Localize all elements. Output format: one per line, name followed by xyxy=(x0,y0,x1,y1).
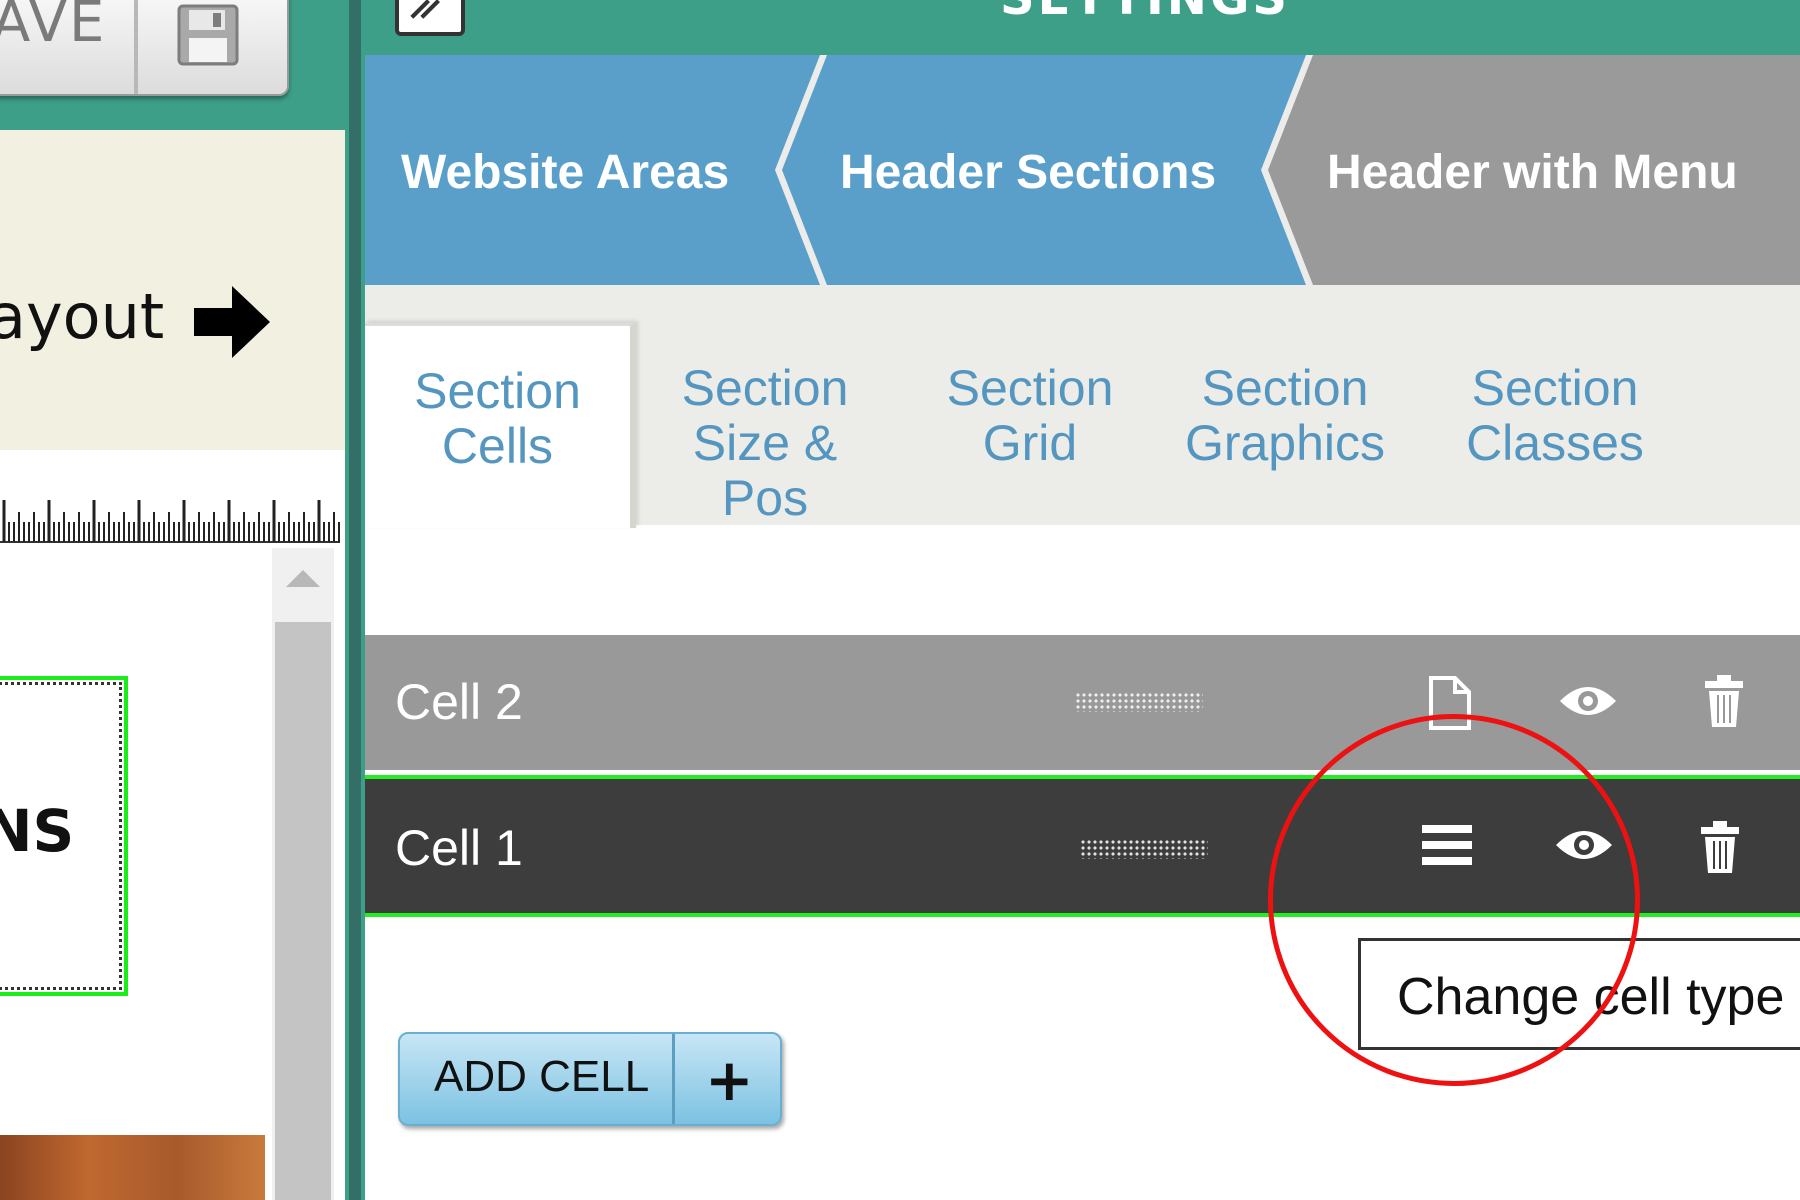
tab-label-line1: Section xyxy=(414,363,581,419)
tooltip: Change cell type xyxy=(1358,938,1800,1050)
instruction-text: ayout xyxy=(0,280,165,353)
plus-icon[interactable]: + xyxy=(705,1046,754,1114)
tab-label-line2: Graphics xyxy=(1184,415,1386,471)
page-icon[interactable] xyxy=(1427,675,1473,731)
breadcrumb-label-header-sections: Header Sections xyxy=(840,146,1217,199)
edit-icon[interactable] xyxy=(395,0,465,36)
panel-title: SETTINGS xyxy=(1000,0,1290,26)
tab-label-line2: Cells xyxy=(441,418,554,474)
selected-page-element[interactable]: NS xyxy=(0,676,128,996)
page-image xyxy=(0,1135,265,1200)
add-cell-button[interactable]: ADD CELL + xyxy=(398,1032,782,1126)
pane-divider[interactable] xyxy=(345,0,365,1200)
save-divider xyxy=(134,0,138,94)
tab-section-graphics[interactable]: Section Graphics xyxy=(1165,323,1405,525)
panel-header: SETTINGS xyxy=(365,0,1800,55)
cell-label: Cell 1 xyxy=(395,820,523,876)
tab-label-line2: Grid xyxy=(982,415,1078,471)
add-cell-label: ADD CELL xyxy=(434,1052,650,1101)
breadcrumb-label-website-areas: Website Areas xyxy=(401,146,730,199)
scroll-up-icon[interactable] xyxy=(286,570,320,587)
element-text: NS xyxy=(0,797,75,865)
tab-label-line1: Section xyxy=(681,360,849,416)
tab-label-line1: Section xyxy=(1201,360,1369,416)
cell-row-cell-2[interactable]: Cell 2 xyxy=(365,635,1800,770)
tab-label-line2: Classes xyxy=(1466,415,1644,471)
tab-label-line2: Size & Pos xyxy=(692,415,838,526)
tab-label-line1: Section xyxy=(1471,360,1639,416)
left-toolbar: AVE xyxy=(0,0,345,130)
drag-handle-icon[interactable] xyxy=(1075,692,1203,712)
tab-label-line1: Section xyxy=(946,360,1114,416)
tooltip-text: Change cell type xyxy=(1397,968,1785,1026)
eye-icon[interactable] xyxy=(1557,679,1619,723)
save-button[interactable]: AVE xyxy=(0,0,289,96)
eye-icon[interactable] xyxy=(1553,823,1615,867)
scroll-thumb[interactable] xyxy=(275,622,331,1200)
left-pane: AVE ayout NS xyxy=(0,0,345,1200)
tab-section-classes[interactable]: Section Classes xyxy=(1440,323,1670,525)
drag-handle-icon[interactable] xyxy=(1080,839,1208,859)
tab-bar: Section Cells Section Size & Pos Section… xyxy=(365,285,1800,528)
breadcrumb: Website Areas Header Sections Header wit… xyxy=(365,55,1800,285)
cell-label: Cell 2 xyxy=(395,674,523,730)
instruction-box: ayout xyxy=(0,130,345,450)
trash-icon[interactable] xyxy=(1698,819,1742,875)
tab-section-cells[interactable]: Section Cells xyxy=(365,323,636,528)
cell-row-cell-1[interactable]: Cell 1 xyxy=(365,775,1800,917)
trash-icon[interactable] xyxy=(1702,673,1746,729)
save-label: AVE xyxy=(0,0,107,55)
tab-section-size-pos[interactable]: Section Size & Pos xyxy=(645,323,885,526)
menu-icon[interactable] xyxy=(1420,821,1474,869)
ruler xyxy=(0,500,340,543)
canvas-scrollbar[interactable] xyxy=(272,548,334,1200)
breadcrumb-label-header-with-menu: Header with Menu xyxy=(1327,146,1738,199)
pane-divider-grip xyxy=(349,0,361,1200)
tab-section-grid[interactable]: Section Grid xyxy=(920,323,1140,525)
floppy-disk-icon[interactable] xyxy=(177,4,239,66)
arrow-right-icon xyxy=(194,286,270,358)
add-cell-divider xyxy=(672,1034,675,1124)
